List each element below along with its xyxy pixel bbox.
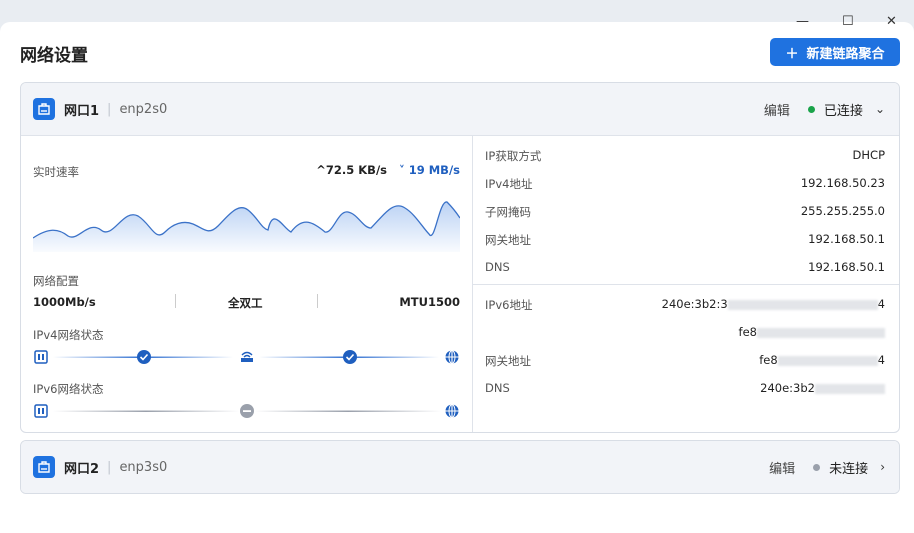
globe-icon [445, 404, 459, 418]
net-config-label: 网络配置 [33, 274, 79, 288]
info-row: fe8 [485, 325, 885, 339]
info-row: IPv4地址 192.168.50.23 [485, 176, 885, 191]
info-row: IP获取方式 DHCP [485, 148, 885, 163]
minimize-icon[interactable]: — [796, 14, 809, 29]
edit-link[interactable]: 编辑 [764, 100, 790, 119]
ipv4-status-path [34, 350, 459, 364]
divider: | [107, 459, 112, 475]
ethernet-port-icon [33, 456, 55, 478]
window-controls: — ☐ ✕ [774, 14, 914, 32]
duplex-mode: 全双工 [228, 296, 263, 310]
info-row: DNS 192.168.50.1 [485, 260, 885, 274]
edit-link[interactable]: 编辑 [769, 458, 795, 477]
close-icon[interactable]: ✕ [886, 14, 897, 29]
interface-name: enp2s0 [119, 101, 168, 117]
download-speed: ˅ 19 MB/s [398, 163, 460, 177]
new-link-aggregation-label: 新建链路聚合 [806, 46, 885, 62]
interface-name: enp3s0 [119, 459, 168, 475]
plus-icon: ＋ [785, 46, 799, 62]
mtu-value: MTU1500 [399, 295, 460, 309]
divider [175, 294, 176, 308]
connection-status: 已连接 [823, 103, 863, 119]
divider [317, 294, 318, 308]
ethernet-port-icon [33, 98, 55, 120]
port-card-1: 网口1 | enp2s0 编辑 已连接 ⌄ 实时速率 ^72.5 KB/s ˅ … [20, 82, 900, 433]
device-icon [34, 404, 48, 418]
app-window: — ☐ ✕ 网络设置 ＋ 新建链路聚合 网口1 | enp2s0 编辑 已连接 … [0, 14, 914, 533]
divider [473, 284, 899, 285]
port-card-2: 网口2 | enp3s0 编辑 未连接 › [20, 440, 900, 494]
page-title: 网络设置 [20, 46, 88, 66]
divider: | [107, 101, 112, 117]
connection-status: 未连接 [829, 461, 869, 477]
check-icon [343, 350, 357, 364]
link-speed: 1000Mb/s [33, 295, 96, 309]
status-dot [807, 105, 815, 113]
port-name: 网口2 [64, 461, 100, 477]
info-row: IPv6地址 240e:3b2:3 4 [485, 297, 885, 312]
chevron-down-icon[interactable]: ⌄ [875, 102, 885, 116]
speed-sparkline [33, 201, 460, 252]
caret-up-icon: ^ [316, 163, 326, 177]
status-dot [813, 463, 821, 471]
check-icon [137, 350, 151, 364]
device-icon [34, 350, 48, 364]
info-row: 子网掩码 255.255.255.0 [485, 204, 885, 219]
port-1-header[interactable]: 网口1 | enp2s0 编辑 已连接 ⌄ [21, 83, 899, 136]
realtime-speed-label: 实时速率 [33, 165, 79, 179]
info-row: DNS 240e:3b2 [485, 381, 885, 395]
chevron-right-icon[interactable]: › [880, 460, 885, 474]
info-row: 网关地址 192.168.50.1 [485, 232, 885, 247]
info-row: 网关地址 fe8 4 [485, 353, 885, 368]
globe-icon [445, 350, 459, 364]
chevron-down-icon: ˅ [398, 163, 405, 177]
maximize-icon[interactable]: ☐ [842, 14, 854, 29]
port-1-address-info: IP获取方式 DHCP IPv4地址 192.168.50.23 子网掩码 255.2… [473, 136, 899, 432]
ipv6-status-path [34, 404, 459, 418]
ipv4-state-label: IPv4网络状态 [33, 328, 104, 342]
router-icon [241, 351, 253, 362]
port-1-stats: 实时速率 ^72.5 KB/s ˅ 19 MB/s 网络配置 1000Mb/s [21, 136, 473, 432]
minus-icon [240, 404, 254, 418]
port-name: 网口1 [64, 103, 100, 119]
new-link-aggregation-button[interactable]: ＋ 新建链路聚合 [770, 38, 900, 66]
port-2-header[interactable]: 网口2 | enp3s0 编辑 未连接 › [21, 441, 899, 493]
upload-speed: ^72.5 KB/s [316, 163, 387, 177]
ipv6-state-label: IPv6网络状态 [33, 382, 104, 396]
